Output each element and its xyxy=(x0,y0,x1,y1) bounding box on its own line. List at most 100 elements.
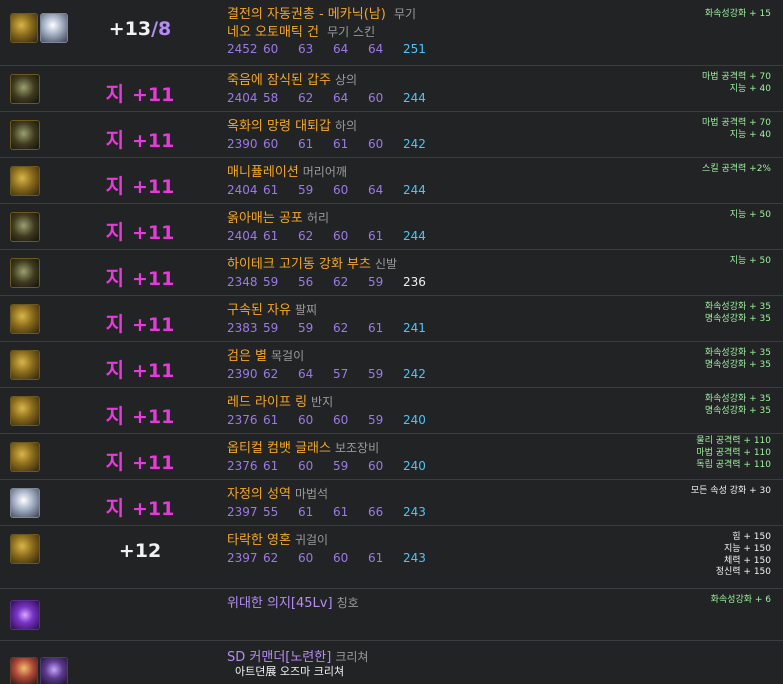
stat-total: 2397 xyxy=(227,551,258,565)
option-line: 지능 + 50 xyxy=(729,210,771,220)
stat-1: 60 xyxy=(263,137,279,151)
item-stats: 2376 61 60 60 59 240 xyxy=(227,413,426,427)
item-name[interactable]: 옵티컬 컴뱃 글래스 xyxy=(227,441,331,456)
option-line: 마법 공격력 + 110 xyxy=(696,447,771,458)
item-stats: 2383 59 59 62 61 241 xyxy=(227,321,426,335)
item-name-line: 검은 별 목걸이 xyxy=(227,345,304,364)
skin-name-line: 네오 오토매틱 건 무기 스킨 xyxy=(227,21,375,40)
stat-2: 60 xyxy=(298,551,314,565)
equipment-row-shoes[interactable]: 지 +11 하이테크 고기동 강화 부츠 신발 2348 59 56 62 59 236 지능… xyxy=(0,250,783,296)
item-name[interactable]: 하이테크 고기동 강화 부츠 xyxy=(227,257,371,272)
item-name[interactable]: 레드 라이프 링 xyxy=(227,395,307,410)
item-name[interactable]: 구속된 자유 xyxy=(227,303,291,318)
earring-icon xyxy=(10,534,40,564)
item-name-line: 결전의 자동권총 - 메카닉(남) 무기 xyxy=(227,3,416,22)
item-stats: 2404 58 62 64 60 244 xyxy=(227,91,426,105)
item-name-line: 레드 라이프 링 반지 xyxy=(227,391,333,410)
item-slot: 목걸이 xyxy=(271,349,305,363)
item-name-line: 죽음에 잠식된 갑주 상의 xyxy=(227,69,357,88)
stat-total: 2390 xyxy=(227,367,258,381)
item-options: 지능 + 50 xyxy=(730,256,771,268)
enhance-plus: +11 xyxy=(132,268,175,290)
necklace-icon xyxy=(10,350,40,380)
ring-icon xyxy=(10,396,40,426)
stat-5: 243 xyxy=(403,551,426,565)
item-options: 힘 + 150 지능 + 150 체력 + 150 정신력 + 150 xyxy=(716,532,771,579)
equipment-row-bottom[interactable]: 지 +11 옥화의 망령 대퇴갑 하의 2390 60 61 61 60 242 마법 공격력… xyxy=(0,112,783,158)
equipment-row-bracelet[interactable]: 지 +11 구속된 자유 팔찌 2383 59 59 62 61 241 화속성강화 + 35… xyxy=(0,296,783,342)
stat-total: 2404 xyxy=(227,183,258,197)
enhance-type: 지 xyxy=(105,358,125,382)
item-slot: 칭호 xyxy=(336,596,359,610)
option-line: 마법 공격력 + 70 xyxy=(702,72,771,82)
stat-1: 62 xyxy=(263,367,279,381)
item-name[interactable]: 타락한 영혼 xyxy=(227,533,291,548)
equipment-row-shoulder[interactable]: 지 +11 매니퓰레이션 머리어깨 2404 61 59 60 64 244 스킬 공격력 +… xyxy=(0,158,783,204)
enhance-level: 지 +11 xyxy=(60,354,220,383)
stat-3: 62 xyxy=(333,275,349,289)
item-stats: 2452 60 63 64 64 251 xyxy=(227,42,426,56)
enhance-level: 지 +11 xyxy=(60,492,220,521)
item-name[interactable]: 자정의 성역 xyxy=(227,487,291,502)
equipment-row-magicstone[interactable]: 지 +11 자정의 성역 마법석 2397 55 61 61 66 243 모든 속성 강화 … xyxy=(0,480,783,526)
item-stats: 2376 61 60 59 60 240 xyxy=(227,459,426,473)
item-name[interactable]: 검은 별 xyxy=(227,349,267,364)
enhance-plus: +11 xyxy=(132,452,175,474)
pants-icon xyxy=(10,120,40,150)
item-stats: 2404 61 62 60 61 244 xyxy=(227,229,426,243)
item-name[interactable]: 죽음에 잠식된 갑주 xyxy=(227,73,331,88)
equipment-row-necklace[interactable]: 지 +11 검은 별 목걸이 2390 62 64 57 59 242 화속성강화 + 35 명… xyxy=(0,342,783,388)
enhance-level: 지 +11 xyxy=(60,400,220,429)
enhance-type: 지 xyxy=(105,128,125,152)
equipment-row-support[interactable]: 지 +11 옵티컬 컴뱃 글래스 보조장비 2376 61 60 59 60 240 물리 공… xyxy=(0,434,783,480)
stat-1: 55 xyxy=(263,505,279,519)
skin-name[interactable]: 네오 오토매틱 건 xyxy=(227,25,319,40)
item-slot: 상의 xyxy=(334,73,358,87)
enhance-level: 지 +11 xyxy=(60,216,220,245)
enhance-level: 지 +11 xyxy=(60,262,220,291)
equipment-row-creature[interactable]: SD 커맨더[노련한] 크리쳐 아트뎐展 오즈마 크리쳐 xyxy=(0,641,783,684)
equipment-row-title[interactable]: 위대한 의지[45Lv] 칭호 화속성강화 + 6 xyxy=(0,589,783,641)
goggles-icon xyxy=(10,442,40,472)
equipment-row-ring[interactable]: 지 +11 레드 라이프 링 반지 2376 61 60 60 59 240 화속성강화 + … xyxy=(0,388,783,434)
option-line: 물리 공격력 + 110 xyxy=(696,436,771,446)
stat-5: 241 xyxy=(403,321,426,335)
stat-total: 2404 xyxy=(227,229,258,243)
stat-1: 61 xyxy=(263,183,279,197)
equipment-row-top[interactable]: 지 +11 죽음에 잠식된 갑주 상의 2404 58 62 64 60 244 마법 공격력… xyxy=(0,66,783,112)
item-name-line: 옥화의 망령 대퇴갑 하의 xyxy=(227,115,357,134)
item-options: 지능 + 50 xyxy=(730,210,771,222)
item-options: 마법 공격력 + 70 지능 + 40 xyxy=(702,72,771,96)
enhance-type: 지 xyxy=(105,220,125,244)
stat-5: 244 xyxy=(403,183,426,197)
gem-icon xyxy=(10,488,40,518)
item-options: 스킬 공격력 +2% xyxy=(702,164,771,176)
equipment-row-weapon[interactable]: +13/8 결전의 자동권총 - 메카닉(남) 무기 네오 오토매틱 건 무기 … xyxy=(0,0,783,66)
stat-3: 61 xyxy=(333,137,349,151)
stat-1: 60 xyxy=(263,42,279,56)
option-line: 힘 + 150 xyxy=(732,532,771,542)
item-slot: 허리 xyxy=(306,211,329,225)
item-name[interactable]: 옭아매는 공포 xyxy=(227,211,303,226)
option-line: 정신력 + 150 xyxy=(715,567,771,578)
stat-2: 63 xyxy=(298,42,314,56)
stat-2: 62 xyxy=(298,229,314,243)
item-name-line: 옵티컬 컴뱃 글래스 보조장비 xyxy=(227,437,379,456)
equipment-row-earring[interactable]: +12 타락한 영혼 귀걸이 2397 62 60 60 61 243 힘 + 150 지능 … xyxy=(0,526,783,589)
enhance-level: 지 +11 xyxy=(60,124,220,153)
stat-4: 59 xyxy=(368,275,384,289)
stat-3: 60 xyxy=(333,229,349,243)
option-line: 명속성강화 + 35 xyxy=(704,313,771,324)
item-name[interactable]: 위대한 의지[45Lv] xyxy=(227,596,333,611)
stat-4: 60 xyxy=(368,137,384,151)
stat-total: 2404 xyxy=(227,91,258,105)
item-name[interactable]: 옥화의 망령 대퇴갑 xyxy=(227,119,331,134)
item-slot: 무기 xyxy=(393,7,417,21)
stat-3: 57 xyxy=(333,367,349,381)
option-line: 모든 속성 강화 + 30 xyxy=(690,486,771,496)
item-name[interactable]: 매니퓰레이션 xyxy=(227,165,299,180)
item-name[interactable]: 결전의 자동권총 - 메카닉(남) xyxy=(227,7,386,22)
equipment-row-belt[interactable]: 지 +11 옭아매는 공포 허리 2404 61 62 60 61 244 지능 + 50 xyxy=(0,204,783,250)
enhance-level: +13/8 xyxy=(60,18,220,40)
enhance-plus: +11 xyxy=(132,222,175,244)
